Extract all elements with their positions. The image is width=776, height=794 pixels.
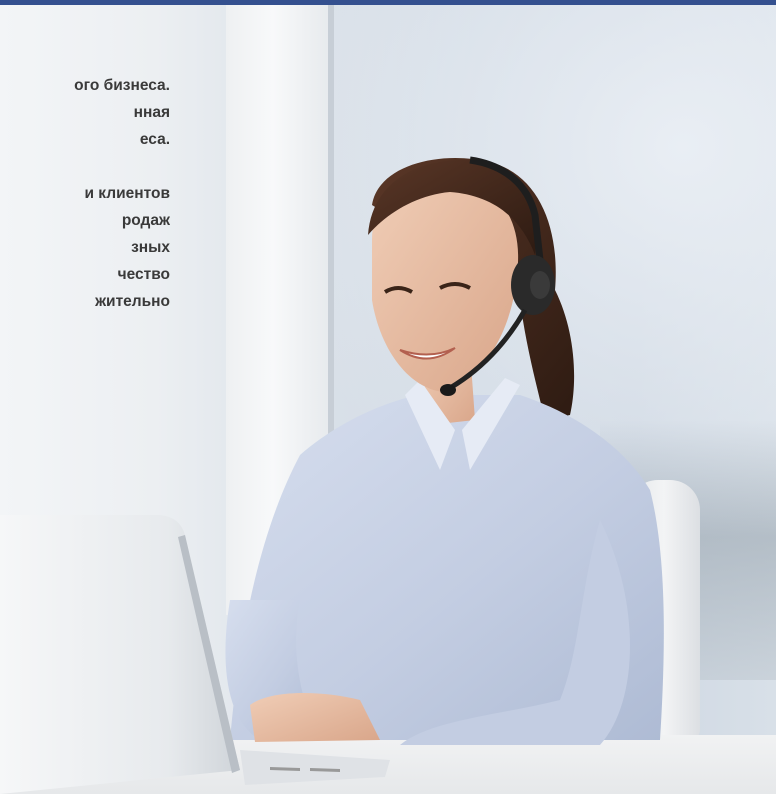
- laptop: [0, 515, 390, 794]
- text-line: еса.: [139, 131, 170, 148]
- text-line: и клиентов: [84, 185, 170, 202]
- text-line: ого бизнеса.: [74, 77, 170, 94]
- text-line: жительно: [95, 293, 170, 310]
- overlay-text-block: ого бизнеса. нная еса. и клиентов родаж …: [0, 72, 170, 315]
- text-line: нная: [133, 104, 170, 121]
- text-line: зных: [131, 239, 170, 256]
- text-line: чество: [117, 266, 170, 283]
- text-line: родаж: [121, 212, 170, 229]
